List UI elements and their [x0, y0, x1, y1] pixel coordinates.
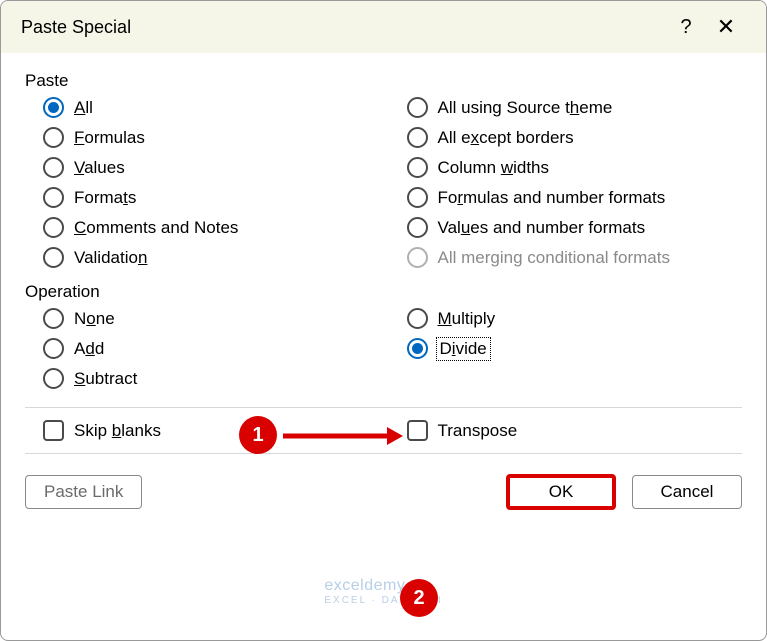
- operation-radio-subtract[interactable]: Subtract: [43, 368, 379, 389]
- paste-options: All Formulas Values Formats Comments and Not…: [25, 97, 742, 268]
- radio-label: All: [74, 98, 93, 118]
- radio-icon: [43, 127, 64, 148]
- radio-label: Values: [74, 158, 125, 178]
- paste-radio-values[interactable]: Values: [43, 157, 379, 178]
- checkbox-icon: [407, 420, 428, 441]
- radio-label: All except borders: [438, 128, 574, 148]
- operation-radio-divide[interactable]: Divide: [407, 338, 743, 359]
- paste-radio-values-and-number-formats[interactable]: Values and number formats: [407, 217, 743, 238]
- paste-radio-all-using-source-theme[interactable]: All using Source theme: [407, 97, 743, 118]
- radio-label: Validation: [74, 248, 147, 268]
- radio-label: Column widths: [438, 158, 550, 178]
- annotation-arrow-icon: [283, 425, 403, 447]
- radio-label: Values and number formats: [438, 218, 646, 238]
- paste-radio-formulas-and-number-formats[interactable]: Formulas and number formats: [407, 187, 743, 208]
- separator: [25, 407, 742, 408]
- radio-label: Formulas and number formats: [438, 188, 666, 208]
- skip-blanks-label: Skip blanks: [74, 421, 161, 441]
- radio-icon: [407, 217, 428, 238]
- paste-radio-all-except-borders[interactable]: All except borders: [407, 127, 743, 148]
- radio-icon: [407, 338, 428, 359]
- operation-radio-add[interactable]: Add: [43, 338, 379, 359]
- operation-radio-multiply[interactable]: Multiply: [407, 308, 743, 329]
- paste-radio-all[interactable]: All: [43, 97, 379, 118]
- radio-icon: [407, 127, 428, 148]
- paste-radio-column-widths[interactable]: Column widths: [407, 157, 743, 178]
- radio-label: Formats: [74, 188, 136, 208]
- operation-options: None Add Subtract Multiply Divide: [25, 308, 742, 389]
- paste-radio-validation[interactable]: Validation: [43, 247, 379, 268]
- ok-button[interactable]: OK: [506, 474, 616, 510]
- radio-icon: [407, 247, 428, 268]
- radio-label: All using Source theme: [438, 98, 613, 118]
- radio-icon: [43, 97, 64, 118]
- dialog-title: Paste Special: [21, 17, 666, 38]
- paste-special-dialog: Paste Special ? ✕ Paste All Formulas Value…: [0, 0, 767, 641]
- radio-icon: [43, 368, 64, 389]
- radio-icon: [407, 97, 428, 118]
- titlebar: Paste Special ? ✕: [1, 1, 766, 53]
- radio-icon: [407, 187, 428, 208]
- button-row: Paste Link OK Cancel: [25, 474, 742, 516]
- radio-label: Subtract: [74, 369, 137, 389]
- radio-label: Add: [74, 339, 104, 359]
- cancel-button[interactable]: Cancel: [632, 475, 742, 509]
- radio-icon: [43, 247, 64, 268]
- radio-icon: [43, 157, 64, 178]
- paste-radio-all-merging-conditional-formats: All merging conditional formats: [407, 247, 743, 268]
- paste-radio-comments-and-notes[interactable]: Comments and Notes: [43, 217, 379, 238]
- checkbox-icon: [43, 420, 64, 441]
- operation-radio-none[interactable]: None: [43, 308, 379, 329]
- radio-icon: [43, 187, 64, 208]
- radio-label: All merging conditional formats: [438, 248, 670, 268]
- paste-group-label: Paste: [25, 71, 742, 91]
- annotation-marker-1: 1: [239, 416, 277, 454]
- radio-icon: [43, 217, 64, 238]
- annotation-marker-2: 2: [400, 579, 438, 617]
- paste-radio-formats[interactable]: Formats: [43, 187, 379, 208]
- transpose-checkbox[interactable]: Transpose: [407, 420, 743, 441]
- radio-icon: [43, 338, 64, 359]
- radio-label: Comments and Notes: [74, 218, 238, 238]
- paste-link-button[interactable]: Paste Link: [25, 475, 142, 509]
- radio-icon: [43, 308, 64, 329]
- separator: [25, 453, 742, 454]
- help-button[interactable]: ?: [666, 16, 706, 39]
- radio-icon: [407, 308, 428, 329]
- operation-group-label: Operation: [25, 282, 742, 302]
- radio-label: None: [74, 309, 115, 329]
- radio-label: Divide: [438, 339, 489, 359]
- close-button[interactable]: ✕: [706, 14, 746, 40]
- transpose-label: Transpose: [438, 421, 518, 441]
- radio-label: Formulas: [74, 128, 145, 148]
- radio-label: Multiply: [438, 309, 496, 329]
- dialog-body: Paste All Formulas Values Formats Comments a…: [1, 53, 766, 640]
- radio-icon: [407, 157, 428, 178]
- paste-radio-formulas[interactable]: Formulas: [43, 127, 379, 148]
